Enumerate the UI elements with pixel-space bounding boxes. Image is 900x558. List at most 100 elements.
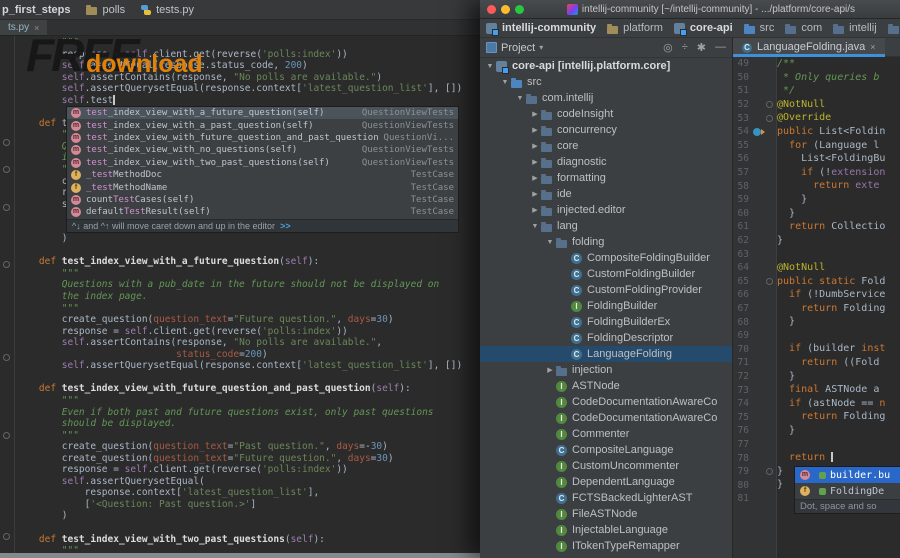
code-line[interactable]: self.assertQuerysetEqual(response.contex… <box>16 360 480 372</box>
tree-item[interactable]: ▼ lang <box>480 218 732 234</box>
code-line[interactable]: response.context['latest_question_list']… <box>16 487 480 499</box>
code-line[interactable]: return exte <box>777 179 900 193</box>
code-line[interactable]: final ASTNode a <box>777 383 900 397</box>
code-line[interactable]: """ <box>16 37 480 49</box>
code-line[interactable]: """ <box>16 545 480 553</box>
code-line[interactable]: create_question(question_text="Past ques… <box>16 441 480 453</box>
code-line[interactable]: response = self.client.get(reverse('poll… <box>16 464 480 476</box>
override-marker-icon[interactable] <box>752 127 765 136</box>
completion-item[interactable]: f FoldingDe <box>795 483 900 499</box>
code-line[interactable]: create_question(question_text="Future qu… <box>16 314 480 326</box>
settings-icon[interactable]: ✱ <box>697 41 706 54</box>
breadcrumb-item[interactable]: tests.py <box>141 4 194 16</box>
tree-item[interactable]: C LanguageFolding <box>480 346 732 362</box>
tab-close-icon[interactable]: × <box>870 42 875 52</box>
code-line[interactable]: } <box>777 234 900 248</box>
completion-item[interactable]: m test_index_view_with_future_question_an… <box>67 132 458 144</box>
nav-breadcrumb-item[interactable]: intellij-community <box>486 22 596 36</box>
code-line[interactable]: def test_index_view_with_future_question… <box>16 383 480 395</box>
tree-item[interactable]: ▶ concurrency <box>480 122 732 138</box>
code-line[interactable]: return Folding <box>777 410 900 424</box>
tree-item[interactable]: I CodeDocumentationAwareCo <box>480 410 732 426</box>
chevron-right-icon[interactable]: ▶ <box>529 110 541 118</box>
chevron-right-icon[interactable]: ▶ <box>529 142 541 150</box>
code-line[interactable]: List<FoldingBu <box>777 152 900 166</box>
code-line[interactable]: self.assertContains(response, "No polls … <box>16 72 480 84</box>
code-line[interactable] <box>777 438 900 452</box>
nav-breadcrumb-item[interactable]: platform <box>607 22 663 34</box>
code-line[interactable]: return Folding <box>777 302 900 316</box>
code-line[interactable]: if (builder inst <box>777 342 900 356</box>
code-line[interactable]: """ <box>16 268 480 280</box>
code-line[interactable]: @NotNull <box>777 98 900 112</box>
tree-item[interactable]: I Commenter <box>480 426 732 442</box>
tree-item[interactable]: I FileASTNode <box>480 506 732 522</box>
code-line[interactable]: ) <box>16 233 480 245</box>
code-line[interactable]: } <box>777 424 900 438</box>
editor-tab-languagefolding[interactable]: C LanguageFolding.java × <box>733 38 885 57</box>
fold-icon[interactable] <box>766 468 773 476</box>
code-line[interactable]: } <box>777 315 900 329</box>
completion-item[interactable]: f _testMethodName TestCase <box>67 181 458 193</box>
tree-item[interactable]: C CustomFoldingBuilder <box>480 266 732 282</box>
nav-breadcrumb-item[interactable]: src <box>743 22 774 34</box>
tree-item[interactable]: C FCTSBackedLighterAST <box>480 490 732 506</box>
code-line[interactable] <box>777 329 900 343</box>
code-line[interactable]: self.test <box>16 94 480 107</box>
code-line[interactable]: } <box>777 193 900 207</box>
tree-item[interactable]: I CustomUncommenter <box>480 458 732 474</box>
nav-breadcrumb-item[interactable]: com <box>785 22 822 34</box>
chevron-right-icon[interactable]: ▶ <box>529 190 541 198</box>
completion-item[interactable]: m countTestCases(self) TestCase <box>67 194 458 206</box>
chevron-down-icon[interactable]: ▼ <box>484 63 496 70</box>
tree-item[interactable]: ▶ ide <box>480 186 732 202</box>
tree-item[interactable]: ▶ injected.editor <box>480 202 732 218</box>
code-line[interactable]: self.assertEqual(response.status_code, 2… <box>16 60 480 72</box>
chevron-right-icon[interactable]: ▶ <box>529 126 541 134</box>
code-line[interactable]: return Collectio <box>777 220 900 234</box>
fold-marker-icon[interactable] <box>3 533 10 540</box>
code-line[interactable]: ['<Question: Past question.>'] <box>16 499 480 511</box>
chevron-right-icon[interactable]: ▶ <box>529 158 541 166</box>
code-line[interactable]: the index page. <box>16 291 480 303</box>
fold-marker-icon[interactable] <box>3 139 10 146</box>
code-line[interactable]: * Only queries b <box>777 71 900 85</box>
code-line[interactable]: should be displayed. <box>16 418 480 430</box>
tree-item[interactable]: I DependentLanguage <box>480 474 732 490</box>
code-line[interactable]: public List<Foldin <box>777 125 900 139</box>
tree-item[interactable]: I FoldingBuilder <box>480 298 732 314</box>
chevron-right-icon[interactable]: ▶ <box>529 206 541 214</box>
tab-close-icon[interactable]: × <box>34 23 39 33</box>
fold-icon[interactable] <box>766 277 773 285</box>
code-line[interactable]: Questions with a pub_date in the future … <box>16 279 480 291</box>
code-line[interactable]: """ <box>16 303 480 315</box>
tree-item[interactable]: ▼ src <box>480 74 732 90</box>
code-line[interactable]: self.assertContains(response, "No polls … <box>16 337 480 349</box>
code-line[interactable]: create_question(question_text="Future qu… <box>16 453 480 465</box>
code-line[interactable]: return <box>777 451 900 465</box>
chevron-down-icon[interactable]: ▼ <box>544 239 556 246</box>
nav-breadcrumb-item[interactable]: core-api <box>673 22 733 36</box>
code-line[interactable]: public static Fold <box>777 275 900 289</box>
fold-marker-icon[interactable] <box>3 354 10 361</box>
java-editor[interactable]: C LanguageFolding.java × 49 50 51 52 53 54 55 5… <box>733 38 900 558</box>
code-line[interactable]: } <box>777 370 900 384</box>
footer-more-link[interactable]: >> <box>280 221 291 231</box>
tree-item[interactable]: I ASTNode <box>480 378 732 394</box>
code-line[interactable]: self.assertQuerysetEqual(response.contex… <box>16 83 480 95</box>
breadcrumb-item[interactable]: polls <box>86 4 125 16</box>
tree-item[interactable]: ▶ codeInsight <box>480 106 732 122</box>
tree-item[interactable]: C CompositeLanguage <box>480 442 732 458</box>
code-line[interactable]: status_code=200) <box>16 349 480 361</box>
fold-marker-icon[interactable] <box>3 166 10 173</box>
code-line[interactable] <box>16 522 480 534</box>
completion-item[interactable]: m defaultTestResult(self) TestCase <box>67 206 458 218</box>
chevron-down-icon[interactable]: ▼ <box>499 79 511 86</box>
code-line[interactable]: @NotNull <box>777 261 900 275</box>
traffic-light-zoom[interactable] <box>515 4 524 14</box>
code-line[interactable]: if (!DumbService <box>777 288 900 302</box>
completion-item[interactable]: m test_index_view_with_a_future_question(… <box>67 107 458 120</box>
tree-item[interactable]: ▶ injection <box>480 362 732 378</box>
collapse-all-icon[interactable]: ÷ <box>682 41 688 54</box>
chevron-down-icon[interactable]: ▼ <box>514 95 526 102</box>
